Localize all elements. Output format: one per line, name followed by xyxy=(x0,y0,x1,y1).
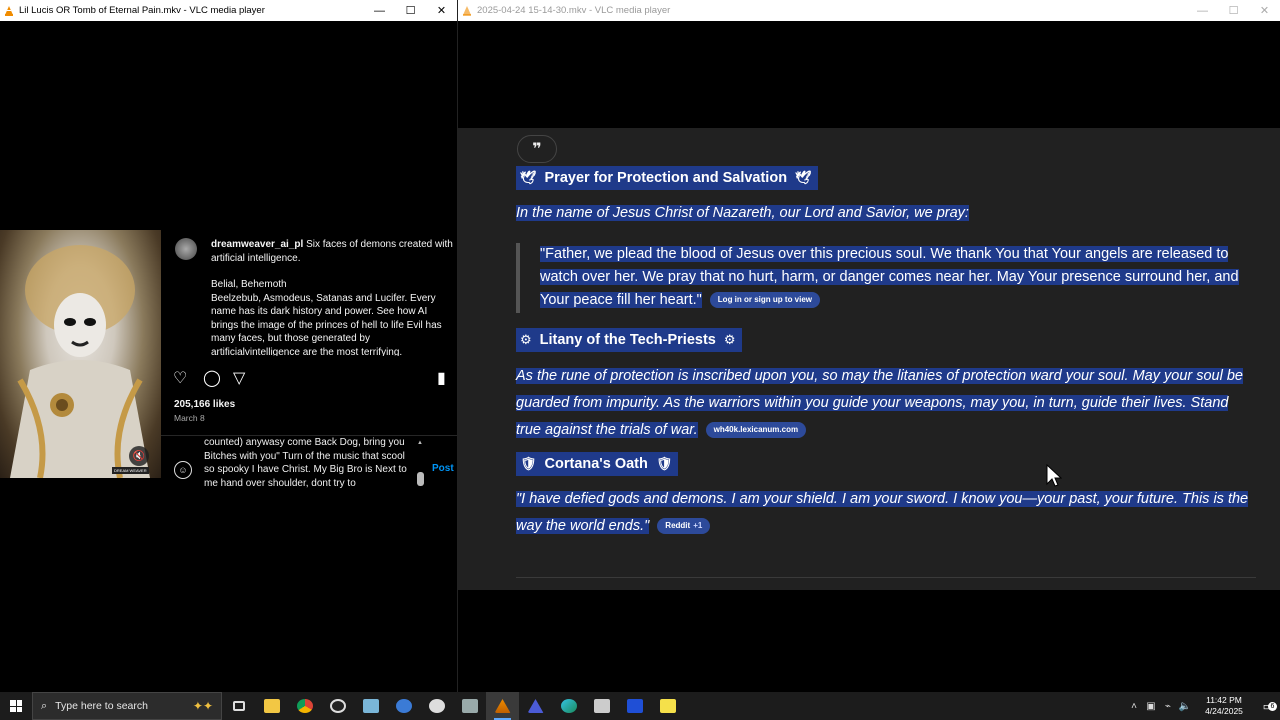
blockquote: "Father, we plead the blood of Jesus ove… xyxy=(516,243,1256,313)
notification-count: 6 xyxy=(1268,701,1277,711)
chrome-icon[interactable] xyxy=(288,692,321,720)
quote-text: "Father, we plead the blood of Jesus ove… xyxy=(540,246,1239,308)
body-text: "I have defied gods and demons. I am you… xyxy=(516,491,1249,534)
windows-icon xyxy=(10,700,22,712)
comment-scrollbar[interactable]: ▲ xyxy=(416,440,425,488)
file-explorer-icon[interactable] xyxy=(255,692,288,720)
intro-text: In the name of Jesus Christ of Nazareth,… xyxy=(516,205,969,221)
source-name: Reddit xyxy=(665,521,691,530)
close-button[interactable]: ✕ xyxy=(426,0,457,21)
quote-body: "Father, we plead the blood of Jesus ove… xyxy=(540,243,1256,312)
maximize-button[interactable]: ☐ xyxy=(395,0,426,21)
avatar[interactable] xyxy=(175,238,197,260)
section-heading: ⚙ Litany of the Tech-Priests ⚙ xyxy=(516,328,742,352)
heading-text: Prayer for Protection and Salvation xyxy=(544,170,788,186)
shield-icon: 🛡 xyxy=(655,456,673,471)
body-text: As the rune of protection is inscribed u… xyxy=(516,368,1243,438)
clock-time: 11:42 PM xyxy=(1206,695,1242,705)
likes-count[interactable]: 205,166 likes xyxy=(174,399,235,410)
dove-icon: 🕊 xyxy=(520,170,537,185)
section-body: "I have defied gods and demons. I am you… xyxy=(516,486,1256,540)
bookmark-icon[interactable]: ▮ xyxy=(437,368,446,388)
sparkle-icon: ✦✦ xyxy=(192,699,213,713)
search-placeholder: Type here to search xyxy=(55,700,148,712)
gear-icon: ⚙ xyxy=(723,332,736,347)
chevron-up-icon[interactable]: ˄ xyxy=(1126,701,1142,712)
comment-icon[interactable]: ◯ xyxy=(203,368,221,388)
sticky-notes-icon[interactable] xyxy=(651,692,684,720)
gear-icon: ⚙ xyxy=(520,332,532,347)
app-compass-icon[interactable] xyxy=(420,692,453,720)
notification-icon[interactable]: ▭6 xyxy=(1256,700,1280,713)
obs-icon[interactable] xyxy=(321,692,354,720)
emoji-icon[interactable]: ☺ xyxy=(174,461,192,479)
app-puzzle-icon[interactable] xyxy=(453,692,486,720)
source-extra: +1 xyxy=(693,521,703,530)
instagram-post: 🔇 DREAM WEAVER dreamweaver_ai_pl Six fac… xyxy=(0,230,457,488)
scroll-up-icon[interactable]: ▲ xyxy=(417,440,423,446)
post-caption: dreamweaver_ai_pl Six faces of demons cr… xyxy=(211,238,453,356)
app-m-icon[interactable] xyxy=(618,692,651,720)
taskbar-clock[interactable]: 11:42 PM 4/24/2025 xyxy=(1198,695,1250,717)
scroll-thumb[interactable] xyxy=(417,472,424,486)
clock-date: 4/24/2025 xyxy=(1205,706,1243,716)
maximize-button[interactable]: ☐ xyxy=(1218,0,1249,21)
edge-icon[interactable] xyxy=(552,692,585,720)
image-watermark: DREAM WEAVER xyxy=(112,467,149,474)
source-chip[interactable]: Log in or sign up to view xyxy=(709,292,821,308)
vlc-window-left: Lil Lucis OR Tomb of Eternal Pain.mkv - … xyxy=(0,0,457,692)
quote-icon[interactable]: ❞ xyxy=(517,135,557,163)
section-intro: In the name of Jesus Christ of Nazareth,… xyxy=(516,200,1256,227)
share-icon[interactable]: ▽ xyxy=(233,368,245,388)
usb-icon[interactable]: ⌁ xyxy=(1160,701,1176,712)
post-date: March 8 xyxy=(174,413,205,423)
heading-text: Litany of the Tech-Priests xyxy=(539,332,716,348)
post-panel: dreamweaver_ai_pl Six faces of demons cr… xyxy=(161,230,457,488)
chat-response: ❞ 🕊 Prayer for Protection and Salvation … xyxy=(458,128,1280,590)
titlebar-right[interactable]: 2025-04-24 15-14-30.mkv - VLC media play… xyxy=(458,0,1280,21)
comment-input[interactable]: counted) anywasy come Back Dog, bring yo… xyxy=(204,436,416,488)
taskbar-search[interactable]: ⌕ Type here to search ✦✦ xyxy=(32,692,222,720)
titlebar-left[interactable]: Lil Lucis OR Tomb of Eternal Pain.mkv - … xyxy=(0,0,457,21)
heading-text: Cortana's Oath xyxy=(544,456,648,472)
system-tray: ˄ ▣ ⌁ 🔈 11:42 PM 4/24/2025 ▭6 xyxy=(1126,692,1280,720)
window-title: Lil Lucis OR Tomb of Eternal Pain.mkv - … xyxy=(19,5,265,16)
network-icon[interactable]: ▣ xyxy=(1143,701,1159,712)
minimize-button[interactable]: — xyxy=(364,0,395,21)
minimize-button[interactable]: — xyxy=(1187,0,1218,21)
dove-icon: 🕊 xyxy=(795,170,812,185)
vlc-cone-icon xyxy=(462,5,472,16)
speaker-icon[interactable]: 🔈 xyxy=(1177,701,1193,712)
post-image[interactable]: 🔇 DREAM WEAVER xyxy=(0,230,161,478)
heart-icon[interactable]: ♡ xyxy=(173,368,187,388)
divider xyxy=(516,577,1256,578)
section-heading: 🛡 Cortana's Oath 🛡 xyxy=(516,452,679,476)
close-button[interactable]: ✕ xyxy=(1249,0,1280,21)
demon-figure-illustration xyxy=(10,245,150,478)
source-chip[interactable]: Reddit +1 xyxy=(657,518,711,534)
vlc-icon[interactable] xyxy=(486,692,519,720)
desktop: Lil Lucis OR Tomb of Eternal Pain.mkv - … xyxy=(0,0,1280,720)
caption-rest: Beelzebub, Asmodeus, Satanas and Lucifer… xyxy=(211,292,442,357)
app-globe-icon[interactable] xyxy=(387,692,420,720)
task-view-icon[interactable] xyxy=(222,692,255,720)
post-button[interactable]: Post xyxy=(432,463,454,474)
action-bar: ♡ ◯ ▽ ▮ xyxy=(173,368,457,388)
search-icon: ⌕ xyxy=(41,699,48,712)
caption-names: Belial, Behemoth xyxy=(211,279,287,290)
section-body: As the rune of protection is inscribed u… xyxy=(516,363,1256,444)
app-arch-icon[interactable] xyxy=(519,692,552,720)
shield-icon: 🛡 xyxy=(520,456,537,471)
app-store-icon[interactable] xyxy=(585,692,618,720)
username-link[interactable]: dreamweaver_ai_pl xyxy=(211,239,303,250)
taskbar: ⌕ Type here to search ✦✦ ˄ ▣ ⌁ 🔈 11:42 P… xyxy=(0,692,1280,720)
window-title: 2025-04-24 15-14-30.mkv - VLC media play… xyxy=(477,5,671,16)
mute-icon[interactable]: 🔇 xyxy=(129,446,149,466)
notepad-icon[interactable] xyxy=(354,692,387,720)
start-button[interactable] xyxy=(0,692,32,720)
source-chip[interactable]: wh40k.lexicanum.com xyxy=(705,422,807,438)
section-heading: 🕊 Prayer for Protection and Salvation 🕊 xyxy=(516,166,818,190)
vlc-cone-icon xyxy=(4,5,14,16)
